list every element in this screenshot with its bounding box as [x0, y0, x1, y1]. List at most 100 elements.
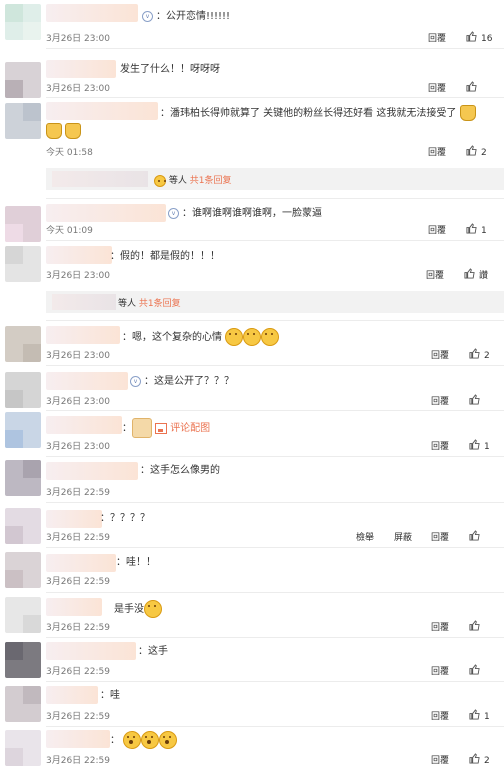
reply-button[interactable]: 回覆 [431, 664, 449, 677]
reply-button[interactable]: 回覆 [428, 223, 446, 236]
cat-emoji [65, 123, 82, 139]
like-button[interactable]: 1 [469, 709, 490, 722]
separator [46, 547, 504, 548]
username-blurred[interactable] [46, 730, 110, 748]
smiley-emoji [144, 600, 162, 618]
like-button[interactable] [466, 81, 481, 94]
avatar[interactable] [5, 103, 41, 139]
reply-button[interactable]: 回覆 [431, 753, 449, 766]
view-replies-link[interactable]: 共1条回复 [139, 299, 181, 309]
reply-button[interactable]: 回覆 [431, 620, 449, 633]
avatar[interactable] [5, 686, 41, 722]
like-button[interactable] [469, 620, 484, 633]
sub-reply-box[interactable]: 等人 共1条回复 [46, 168, 504, 190]
like-button[interactable] [469, 394, 484, 407]
avatar[interactable] [5, 642, 41, 678]
like-button[interactable]: 2 [469, 348, 490, 361]
like-button[interactable]: 2 [466, 145, 487, 158]
avatar[interactable] [5, 552, 41, 588]
avatar[interactable] [5, 62, 41, 98]
avatar[interactable] [5, 508, 41, 544]
username-blurred[interactable] [46, 372, 128, 390]
doge-emoji [132, 418, 152, 438]
reply-button[interactable]: 回覆 [431, 530, 449, 543]
comment-time: 3月26日 22:59 [46, 712, 110, 722]
avatar[interactable] [5, 4, 41, 40]
separator [46, 502, 504, 503]
like-button[interactable]: 讚 [464, 268, 488, 281]
reply-button[interactable]: 回覆 [428, 81, 446, 94]
thumbs-up-icon [469, 439, 480, 450]
reply-button[interactable]: 回覆 [431, 709, 449, 722]
comment-time: 3月26日 23:00 [46, 351, 110, 361]
username-blurred[interactable] [46, 554, 116, 572]
reply-button[interactable]: 回覆 [431, 348, 449, 361]
reply-button[interactable]: 回覆 [428, 145, 446, 158]
username-blurred[interactable] [46, 60, 116, 78]
reply-button[interactable]: 回覆 [426, 268, 444, 281]
avatar[interactable] [5, 597, 41, 633]
report-button[interactable]: 檢舉 [356, 530, 374, 543]
like-button[interactable]: 1 [469, 439, 490, 452]
comment-text: ：这手 [138, 646, 168, 657]
avatar[interactable] [5, 460, 41, 496]
smiley-emoji [225, 328, 244, 346]
username-blurred[interactable] [46, 598, 102, 616]
block-button[interactable]: 屏蔽 [394, 530, 412, 543]
separator [46, 726, 504, 727]
avatar[interactable] [5, 412, 41, 448]
smiley-emoji [261, 328, 280, 346]
separator [46, 410, 504, 411]
like-button[interactable] [469, 530, 484, 543]
comment-text: 发生了什么！！呀呀呀 [120, 64, 220, 75]
avatar[interactable] [5, 372, 41, 408]
sub-reply-names-blurred [52, 294, 116, 310]
username-blurred[interactable] [46, 462, 138, 480]
username-blurred[interactable] [46, 102, 158, 120]
comment-text: ：潘玮柏长得帅就算了 关键他的粉丝长得还好看 这我就无法接受了 [160, 105, 476, 121]
thumbs-up-icon [469, 394, 480, 405]
thumbs-up-icon [466, 31, 477, 42]
separator [46, 240, 504, 241]
avatar[interactable] [5, 206, 41, 242]
username-blurred[interactable] [46, 204, 166, 222]
separator [46, 456, 504, 457]
comment-time: 3月26日 22:59 [46, 488, 110, 498]
reply-button[interactable]: 回覆 [431, 394, 449, 407]
comment-time: 3月26日 22:59 [46, 623, 110, 633]
comment-text: ： 评论配图 [122, 418, 210, 438]
smiley-emoji [243, 328, 262, 346]
username-blurred[interactable] [46, 642, 136, 660]
avatar[interactable] [5, 326, 41, 362]
avatar[interactable] [5, 730, 41, 766]
comment-text-emoji [46, 123, 82, 139]
like-button[interactable] [469, 664, 484, 677]
like-button[interactable]: 2 [469, 753, 490, 766]
comment-time: 3月26日 23:00 [46, 34, 110, 44]
comment-text: v ：这是公开了？？？ [130, 375, 234, 389]
thumbs-up-icon [469, 709, 480, 720]
comment-time: 3月26日 22:59 [46, 533, 110, 543]
comment-time: 3月26日 22:59 [46, 756, 110, 766]
comment-time: 3月26日 23:00 [46, 442, 110, 452]
separator [46, 48, 504, 49]
surprised-emoji [159, 731, 178, 749]
username-blurred[interactable] [46, 4, 138, 22]
comment-feed: v ：公开恋情!!!!!! 3月26日 23:00 回覆 16 发生了什么！！呀呀… [0, 0, 504, 768]
verified-badge-icon: v [130, 375, 141, 387]
view-replies-link[interactable]: 共1条回复 [190, 176, 232, 186]
username-blurred[interactable] [46, 246, 112, 264]
username-blurred[interactable] [46, 686, 98, 704]
comment-image-link[interactable]: 评论配图 [155, 422, 210, 434]
username-blurred[interactable] [46, 416, 122, 434]
reply-button[interactable]: 回覆 [431, 439, 449, 452]
username-blurred[interactable] [46, 510, 102, 528]
reply-button[interactable]: 回覆 [428, 31, 446, 44]
avatar[interactable] [5, 246, 41, 282]
sub-reply-summary: 等人 共1条回复 [154, 173, 232, 187]
sub-reply-box[interactable]: 等人 共1条回复 [46, 291, 504, 313]
like-button[interactable]: 16 [466, 31, 492, 44]
comment-time: 3月26日 22:59 [46, 577, 110, 587]
like-button[interactable]: 1 [466, 223, 487, 236]
username-blurred[interactable] [46, 326, 120, 344]
